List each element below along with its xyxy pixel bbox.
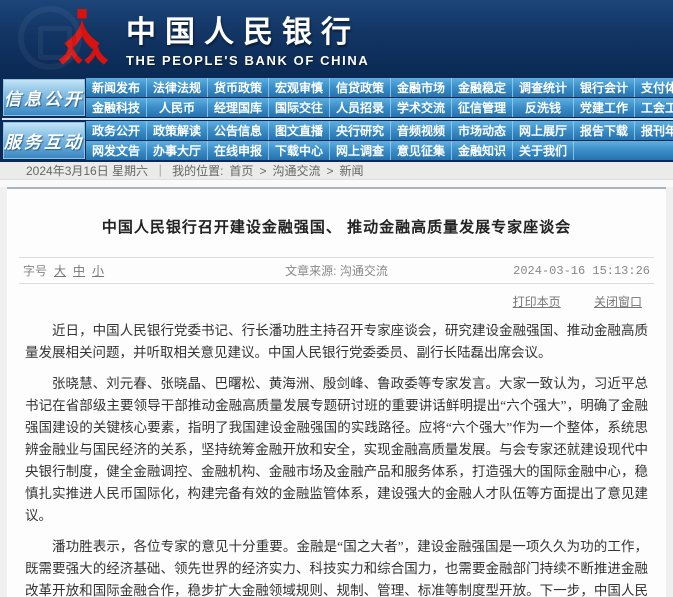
article-actions: 打印本页 关闭窗口 (17, 284, 656, 312)
article-title: 中国人民银行召开建设金融强国、 推动金融高质量发展专家座谈会 (17, 189, 656, 257)
nav-item-empty (574, 141, 635, 160)
article-meta-row: 字号 大 中 小 文章来源: 沟通交流 2024-03-16 15:13:26 (17, 258, 656, 283)
article-paragraph: 潘功胜表示，各位专家的意见十分重要。金融是“国之大者”，建设金融强国是一项久久为… (25, 536, 648, 597)
nav-item-macroprudential[interactable]: 宏观审慎 (269, 78, 330, 97)
article-container: 中国人民银行召开建设金融强国、 推动金融高质量发展专家座谈会 字号 大 中 小 … (7, 187, 666, 597)
nav-item-online-filing[interactable]: 在线申报 (208, 141, 269, 160)
nav-group-label-info-disclosure[interactable]: 信息公开 (3, 79, 85, 116)
font-size-medium-link[interactable]: 中 (73, 262, 85, 279)
nav-item-service-hall[interactable]: 办事大厅 (147, 141, 208, 160)
breadcrumb-gap (0, 180, 673, 187)
article-datetime: 2024-03-16 15:13:26 (443, 264, 650, 278)
nav-group-label-service-interaction[interactable]: 服务互动 (3, 122, 85, 159)
breadcrumb-separator: > (326, 164, 333, 178)
current-date: 2024年3月16日 星期六 (26, 162, 148, 179)
nav-item-survey-statistics[interactable]: 调查统计 (513, 78, 574, 97)
nav-item-online-documents[interactable]: 网发文告 (86, 141, 147, 160)
nav-item-financial-markets[interactable]: 金融市场 (391, 78, 452, 97)
close-window-link[interactable]: 关闭窗口 (594, 295, 642, 309)
nav-item-bank-accounting[interactable]: 银行会计 (574, 78, 635, 97)
nav-item-international-exchange[interactable]: 国际交往 (269, 98, 330, 117)
nav-group-service-interaction: 服务互动 政务公开 政策解读 公告信息 图文直播 央行研究 音频视频 市场动态 … (2, 118, 673, 161)
main-navigation: 信息公开 新闻发布 法律法规 货币政策 宏观审慎 信贷政策 金融市场 金融稳定 … (0, 75, 673, 162)
article-body: 近日，中国人民银行党委书记、行长潘功胜主持召开专家座谈会，研究建设金融强国、推动… (17, 312, 656, 597)
nav-item-anti-money-laundering[interactable]: 反洗钱 (513, 98, 574, 117)
nav-item-empty (635, 141, 673, 160)
font-size-small-link[interactable]: 小 (92, 262, 104, 279)
print-page-link[interactable]: 打印本页 (513, 295, 561, 309)
nav-item-comment-solicitation[interactable]: 意见征集 (391, 141, 452, 160)
nav-item-payment-system[interactable]: 支付体系 (635, 78, 673, 97)
article-source: 文章来源: 沟通交流 (230, 262, 443, 279)
nav-item-state-treasury[interactable]: 经理国库 (208, 98, 269, 117)
breadcrumb-separator: > (259, 164, 266, 178)
article-paragraph: 近日，中国人民银行党委书记、行长潘功胜主持召开专家座谈会，研究建设金融强国、推动… (25, 320, 648, 364)
nav-item-academic-exchange[interactable]: 学术交流 (391, 98, 452, 117)
article-paragraph: 张晓慧、刘元春、张晓晶、巴曙松、黄海洲、殷剑峰、鲁政委等专家发言。大家一致认为，… (25, 373, 648, 527)
nav-item-audio-video[interactable]: 音频视频 (391, 121, 452, 140)
nav-item-renminbi[interactable]: 人民币 (147, 98, 208, 117)
coin-watermark-decoration (18, 6, 82, 70)
nav-item-report-download[interactable]: 报告下载 (574, 121, 635, 140)
nav-item-credit-policy[interactable]: 信贷政策 (330, 78, 391, 97)
nav-item-download-center[interactable]: 下载中心 (269, 141, 330, 160)
nav-item-policy-interpretation[interactable]: 政策解读 (147, 121, 208, 140)
nav-item-live-broadcast[interactable]: 图文直播 (269, 121, 330, 140)
bank-name-chinese: 中国人民银行 (126, 7, 369, 51)
nav-item-periodicals-yearbook[interactable]: 报刊年鉴 (635, 121, 673, 140)
location-prefix: 我的位置: (172, 162, 223, 179)
nav-item-recruitment[interactable]: 人员招录 (330, 98, 391, 117)
nav-item-news-release[interactable]: 新闻发布 (86, 78, 147, 97)
nav-item-financial-knowledge[interactable]: 金融知识 (452, 141, 513, 160)
font-size-label: 字号 (23, 262, 47, 279)
nav-item-about-us[interactable]: 关于我们 (513, 141, 574, 160)
nav-item-gov-affairs[interactable]: 政务公开 (86, 121, 147, 140)
nav-item-monetary-policy[interactable]: 货币政策 (208, 78, 269, 97)
breadcrumb-home-link[interactable]: 首页 (229, 162, 253, 179)
breadcrumb-communication-link[interactable]: 沟通交流 (272, 162, 320, 179)
nav-item-party-building[interactable]: 党建工作 (574, 98, 635, 117)
nav-item-online-survey[interactable]: 网上调查 (330, 141, 391, 160)
nav-item-central-bank-research[interactable]: 央行研究 (330, 121, 391, 140)
font-size-large-link[interactable]: 大 (54, 262, 66, 279)
nav-item-fintech[interactable]: 金融科技 (86, 98, 147, 117)
breadcrumb-news-link[interactable]: 新闻 (339, 162, 363, 179)
breadcrumb: 2024年3月16日 星期六 ｜ 我的位置: 首页 > 沟通交流 > 新闻 (0, 162, 673, 180)
nav-item-announcements[interactable]: 公告信息 (208, 121, 269, 140)
nav-item-financial-stability[interactable]: 金融稳定 (452, 78, 513, 97)
nav-item-labor-union[interactable]: 工会工作 (635, 98, 673, 117)
nav-group-info-disclosure: 信息公开 新闻发布 法律法规 货币政策 宏观审慎 信贷政策 金融市场 金融稳定 … (2, 77, 673, 118)
nav-item-market-dynamics[interactable]: 市场动态 (452, 121, 513, 140)
nav-item-online-exhibition[interactable]: 网上展厅 (513, 121, 574, 140)
breadcrumb-divider: ｜ (154, 162, 166, 179)
site-header: 中国人民银行 THE PEOPLE'S BANK OF CHINA (0, 0, 673, 75)
nav-item-credit-reporting[interactable]: 征信管理 (452, 98, 513, 117)
nav-item-laws-regulations[interactable]: 法律法规 (147, 78, 208, 97)
bank-name-english: THE PEOPLE'S BANK OF CHINA (126, 53, 369, 68)
